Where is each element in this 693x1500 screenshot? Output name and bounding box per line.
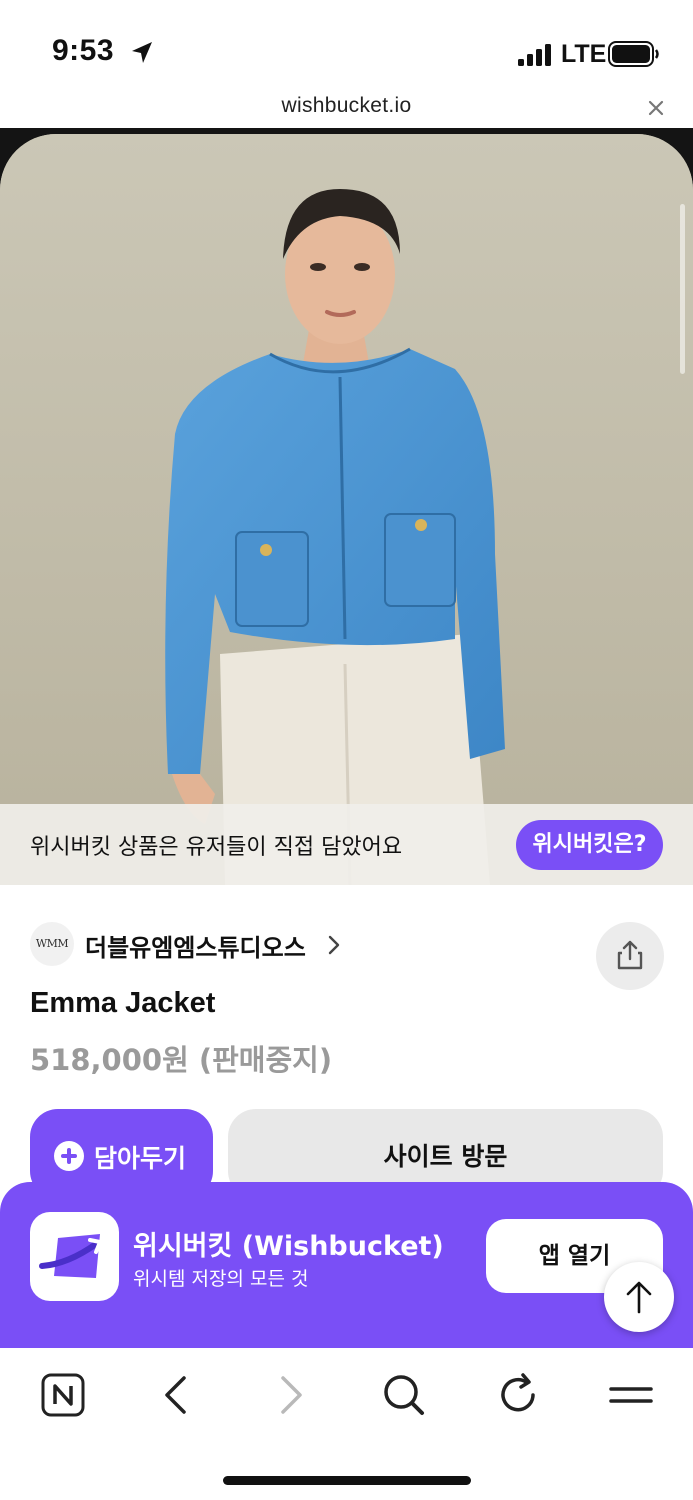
naver-home-icon[interactable] bbox=[38, 1370, 88, 1420]
product-price: 518,000원 (판매중지) bbox=[30, 1043, 333, 1077]
signal-icon bbox=[518, 44, 551, 66]
arrow-up-icon bbox=[626, 1281, 652, 1314]
forward-icon[interactable] bbox=[266, 1370, 316, 1420]
scroll-to-top-button[interactable] bbox=[604, 1262, 674, 1332]
status-bar: 9:53 LTE bbox=[0, 0, 693, 92]
product-title: Emma Jacket bbox=[30, 987, 216, 1019]
reload-icon[interactable] bbox=[493, 1370, 543, 1420]
product-photo bbox=[0, 134, 693, 885]
app-name: 위시버킷 (Wishbucket) bbox=[133, 1231, 444, 1262]
wishbucket-logo-icon bbox=[39, 1234, 102, 1278]
app-subtitle: 위시템 저장의 모든 것 bbox=[133, 1268, 309, 1290]
share-icon bbox=[617, 940, 643, 970]
image-scroll-indicator bbox=[680, 204, 685, 374]
app-icon bbox=[30, 1212, 119, 1301]
notice-text: 위시버킷 상품은 유저들이 직접 담았어요 bbox=[30, 835, 403, 860]
save-button-label: 담아두기 bbox=[94, 1144, 187, 1173]
network-type: LTE bbox=[561, 40, 607, 68]
status-time: 9:53 bbox=[52, 34, 115, 67]
location-arrow-icon bbox=[132, 42, 152, 63]
notice-bar: 위시버킷 상품은 유저들이 직접 담았어요 위시버킷은? bbox=[0, 804, 693, 885]
product-image-area[interactable]: 위시버킷 상품은 유저들이 직접 담았어요 위시버킷은? bbox=[0, 128, 693, 885]
battery-icon bbox=[608, 41, 659, 67]
home-indicator bbox=[223, 1476, 471, 1485]
app-banner: 위시버킷 (Wishbucket) 위시템 저장의 모든 것 앱 열기 bbox=[0, 1182, 693, 1348]
url-domain[interactable]: wishbucket.io bbox=[0, 94, 693, 118]
model-illustration bbox=[0, 134, 693, 885]
close-icon[interactable] bbox=[644, 96, 668, 120]
back-icon[interactable] bbox=[151, 1370, 201, 1420]
search-icon[interactable] bbox=[379, 1370, 429, 1420]
plus-icon bbox=[54, 1141, 84, 1171]
about-wishbucket-button[interactable]: 위시버킷은? bbox=[516, 820, 663, 870]
chevron-right-icon bbox=[328, 935, 340, 955]
share-button[interactable] bbox=[596, 922, 664, 990]
brand-logo: WMM bbox=[30, 922, 74, 966]
brand-name[interactable]: 더블유엠엠스튜디오스 bbox=[85, 928, 306, 963]
visit-site-label: 사이트 방문 bbox=[383, 1142, 508, 1171]
brand-link[interactable]: WMM 더블유엠엠스튜디오스 bbox=[30, 922, 670, 966]
url-bar[interactable]: wishbucket.io bbox=[0, 92, 693, 128]
menu-icon[interactable] bbox=[606, 1370, 656, 1420]
